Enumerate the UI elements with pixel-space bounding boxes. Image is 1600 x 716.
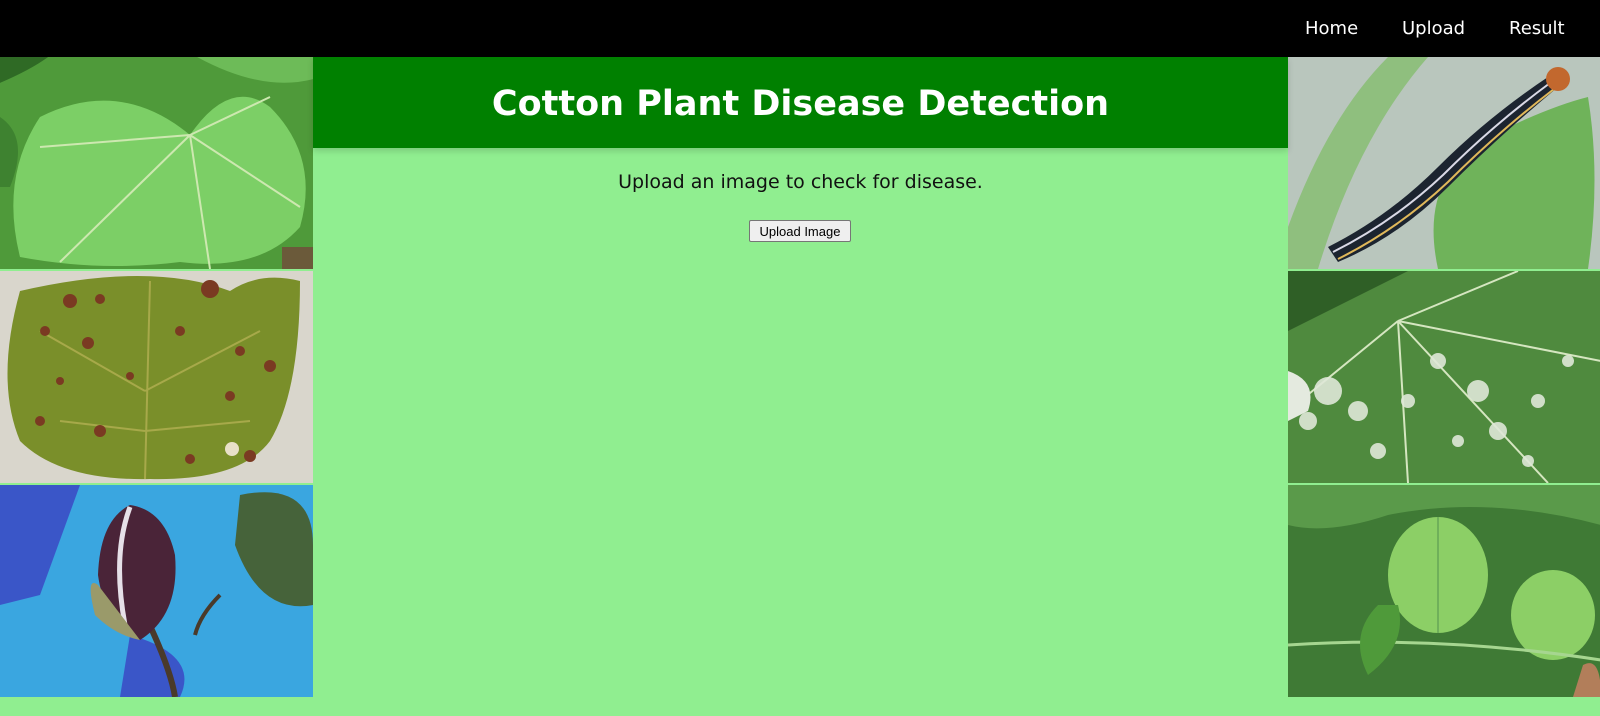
cotton-boll-diseased-image [0, 485, 313, 697]
upload-instruction: Upload an image to check for disease. [618, 171, 983, 193]
nav-upload-link[interactable]: Upload [1402, 0, 1465, 57]
top-navbar: Home Upload Result [0, 0, 1600, 57]
nav-home-link[interactable]: Home [1305, 0, 1358, 57]
cotton-leaf-healthy-image [0, 57, 313, 269]
left-image-column [0, 57, 313, 697]
armyworm-on-leaf-image [1288, 57, 1600, 269]
powdery-mildew-leaf-image [1288, 271, 1600, 483]
right-image-column [1288, 57, 1600, 697]
page-title: Cotton Plant Disease Detection [491, 84, 1110, 124]
nav-result-link[interactable]: Result [1509, 0, 1565, 57]
cotton-leaf-spotted-image [0, 271, 313, 483]
page-header: Cotton Plant Disease Detection [313, 57, 1288, 148]
green-cotton-bolls-image [1288, 485, 1600, 697]
upload-image-button[interactable]: Upload Image [749, 220, 851, 242]
